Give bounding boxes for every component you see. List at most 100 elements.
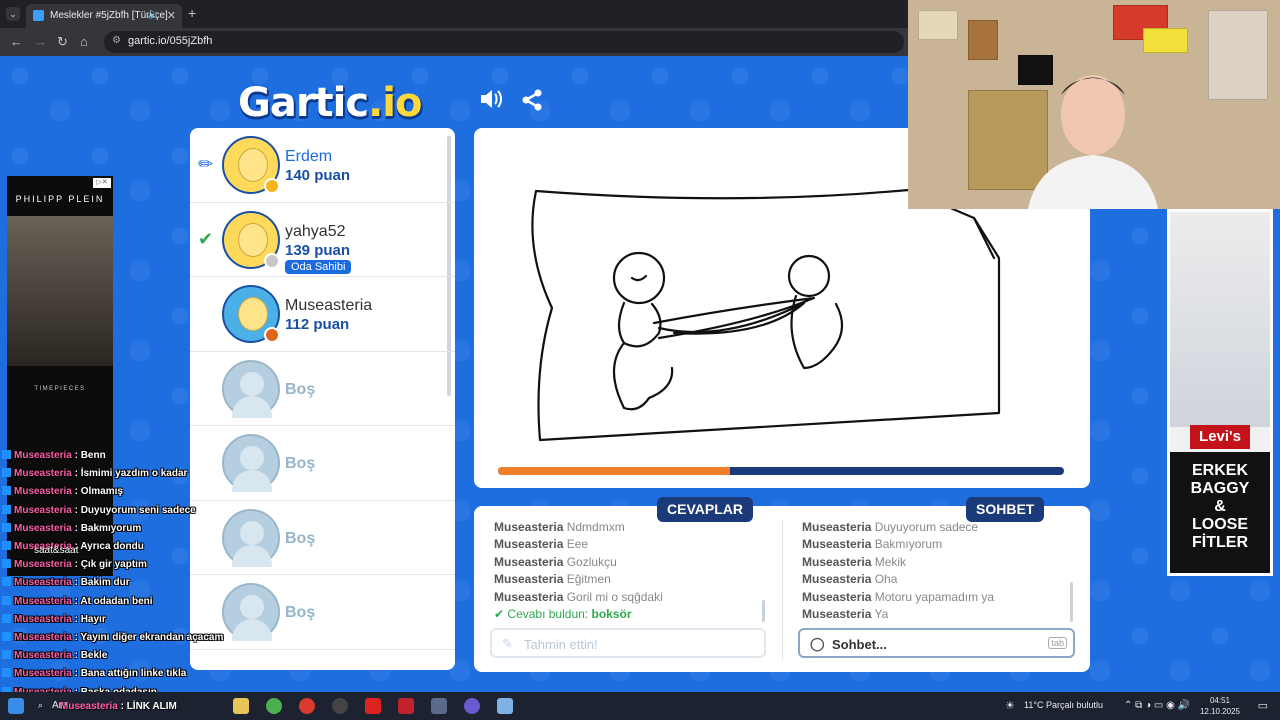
- address-url: gartic.io/055jZbfh: [128, 35, 213, 47]
- empty-slot: Boş: [190, 426, 455, 501]
- chat-line: Museasteria : Yayını diğer ekrandan açac…: [2, 629, 223, 647]
- chat-line: Museasteria : İsmimi yazdım o kadar: [2, 465, 217, 483]
- player-row[interactable]: Museasteria 112 puan: [190, 277, 455, 352]
- app-icon[interactable]: [299, 698, 315, 714]
- clock-date: 12.10.2025: [1199, 707, 1240, 716]
- share-icon[interactable]: [520, 88, 544, 118]
- empty-slot: Boş: [190, 352, 455, 426]
- empty-slot-label: Boş: [285, 455, 316, 472]
- answers-scrollbar[interactable]: [762, 600, 765, 622]
- ad-photo: [7, 216, 113, 366]
- ad-brand: Levi's: [1190, 425, 1250, 449]
- chat-line: Museasteria : Hayır: [2, 611, 217, 629]
- browser-tab[interactable]: Meslekler #5jZbfh [Türkçe] 🔈 ✕: [26, 4, 182, 28]
- empty-slot-label: Boş: [285, 604, 316, 621]
- home-icon[interactable]: ⌂: [80, 34, 88, 49]
- app-icon[interactable]: [365, 698, 381, 714]
- address-bar[interactable]: ⚙ gartic.io/055jZbfh: [104, 31, 904, 53]
- answer-found-message: ✔ Cevabı buldun: boksör: [494, 607, 632, 622]
- guess-input[interactable]: ✎ Tahmin ettin!: [490, 628, 766, 658]
- chat-line: Museasteria : Bakim dur: [2, 574, 217, 592]
- sound-icon[interactable]: [478, 86, 504, 118]
- pencil-icon: ✎: [502, 636, 513, 651]
- empty-slot: Boş: [190, 575, 455, 650]
- chat-input[interactable]: ◯ Sohbet... tab: [798, 628, 1075, 658]
- player-row[interactable]: ✔ yahya52 139 puan Oda Sahibi: [190, 203, 455, 277]
- player-score: 139 puan: [285, 241, 351, 259]
- tab-close-icon[interactable]: ✕: [167, 9, 176, 22]
- right-ad-banner[interactable]: Levi's ERKEK BAGGY & LOOSE FİTLER: [1167, 209, 1273, 576]
- app-icon[interactable]: [398, 698, 414, 714]
- logo-suffix: .io: [368, 80, 422, 126]
- list-item: Museasteria Ya: [802, 607, 889, 622]
- weather-icon: ☀: [1005, 700, 1015, 712]
- empty-avatar-icon: [222, 359, 280, 418]
- guess-placeholder: Tahmin ettin!: [524, 637, 598, 652]
- answers-list: Museasteria Ndmdmxm Museasteria Eee Muse…: [494, 519, 663, 623]
- player-name: Museasteria: [285, 297, 373, 314]
- list-item: Museasteria Ndmdmxm: [494, 520, 625, 534]
- tray-icons[interactable]: ⌃ ⧉ ◑ ▭ ◉ 🔊: [1124, 700, 1190, 711]
- panel-divider: [782, 520, 783, 660]
- site-info-icon[interactable]: ⚙: [112, 35, 121, 46]
- chrome-icon[interactable]: [266, 698, 282, 714]
- avatar: [222, 285, 280, 343]
- empty-avatar-icon: [222, 434, 280, 492]
- list-item: Museasteria Goril mi o sqğdaki: [494, 589, 663, 604]
- round-timer-fill: [498, 467, 731, 475]
- app-icon[interactable]: [332, 698, 348, 714]
- chat-line: Museasteria : Çık gir yaptım: [2, 556, 217, 574]
- ad-subbrand: TIMEPIECES: [34, 386, 86, 392]
- clock-time: 04:51: [1209, 696, 1230, 705]
- chat-line: Museasteria : Bana attığın linke tıkla: [2, 665, 217, 683]
- room-owner-badge: Oda Sahibi: [285, 259, 352, 274]
- checkmark-icon: ✔: [198, 228, 214, 249]
- chat-line: Museasteria : Olmamış: [2, 483, 217, 501]
- chat-line: Museasteria : Duyuyorum seni sadece: [2, 502, 217, 520]
- start-icon[interactable]: [8, 698, 24, 714]
- list-item: Museasteria Eğitmen: [494, 572, 611, 587]
- app-icon[interactable]: [431, 698, 447, 714]
- list-item: Museasteria Eee: [494, 537, 589, 552]
- tab-key-hint: tab: [1048, 637, 1067, 649]
- list-item: Museasteria Duyuyorum sadece: [802, 520, 979, 534]
- webcam-overlay: [908, 0, 1280, 209]
- ad-copy: ERKEK BAGGY & LOOSE FİTLER: [1170, 452, 1270, 573]
- empty-slot: Boş: [190, 501, 455, 575]
- empty-avatar-icon: [222, 508, 280, 567]
- empty-slot-label: Boş: [285, 529, 316, 547]
- weather-text[interactable]: 11°C Parçalı bulutlu: [1024, 700, 1103, 710]
- avatar: [222, 136, 280, 194]
- player-name: Erdem: [285, 148, 333, 165]
- reload-icon[interactable]: ↻: [57, 34, 68, 50]
- app-icon[interactable]: [464, 698, 480, 714]
- back-icon[interactable]: ←: [10, 34, 23, 49]
- list-item: Museasteria Bakmıyorum: [802, 537, 943, 552]
- notification-icon[interactable]: ▭: [1258, 699, 1268, 712]
- forward-icon[interactable]: →: [34, 34, 47, 49]
- logo-main: Gartic: [238, 80, 369, 126]
- list-item: Museasteria Motoru yapamadım ya: [802, 589, 995, 604]
- taskbar-clock[interactable]: 04:51 12.10.2025: [1200, 695, 1240, 717]
- chat-list: Museasteria Duyuyorum sadece Museasteria…: [802, 519, 994, 623]
- chat-placeholder: Sohbet...: [832, 637, 887, 652]
- chat-line: Museasteria : At odadan beni: [2, 593, 217, 611]
- player-row[interactable]: ✏ Erdem 140 puan: [190, 128, 455, 203]
- chat-scrollbar[interactable]: [1070, 582, 1073, 622]
- chat-bubble-icon: ◯: [810, 636, 825, 651]
- app-icon[interactable]: [497, 698, 513, 714]
- pencil-icon: ✏: [198, 154, 214, 174]
- status-dot: [264, 327, 280, 343]
- search-icon[interactable]: ⌕: [38, 700, 43, 711]
- new-tab-button[interactable]: +: [188, 5, 196, 21]
- chat-line: Museasteria : Bekle: [2, 647, 217, 665]
- empty-avatar-icon: [222, 583, 280, 641]
- chat-line: Museasteria : Benn: [2, 447, 217, 465]
- player-score: 112 puan: [285, 316, 350, 333]
- ad-photo: [1170, 212, 1270, 427]
- file-explorer-icon[interactable]: [233, 698, 249, 714]
- tab-audio-icon[interactable]: 🔈: [148, 9, 160, 20]
- status-dot: [264, 178, 280, 194]
- tab-search-icon[interactable]: ⌄: [6, 7, 20, 21]
- ad-close-icon[interactable]: ▷✕: [93, 178, 111, 188]
